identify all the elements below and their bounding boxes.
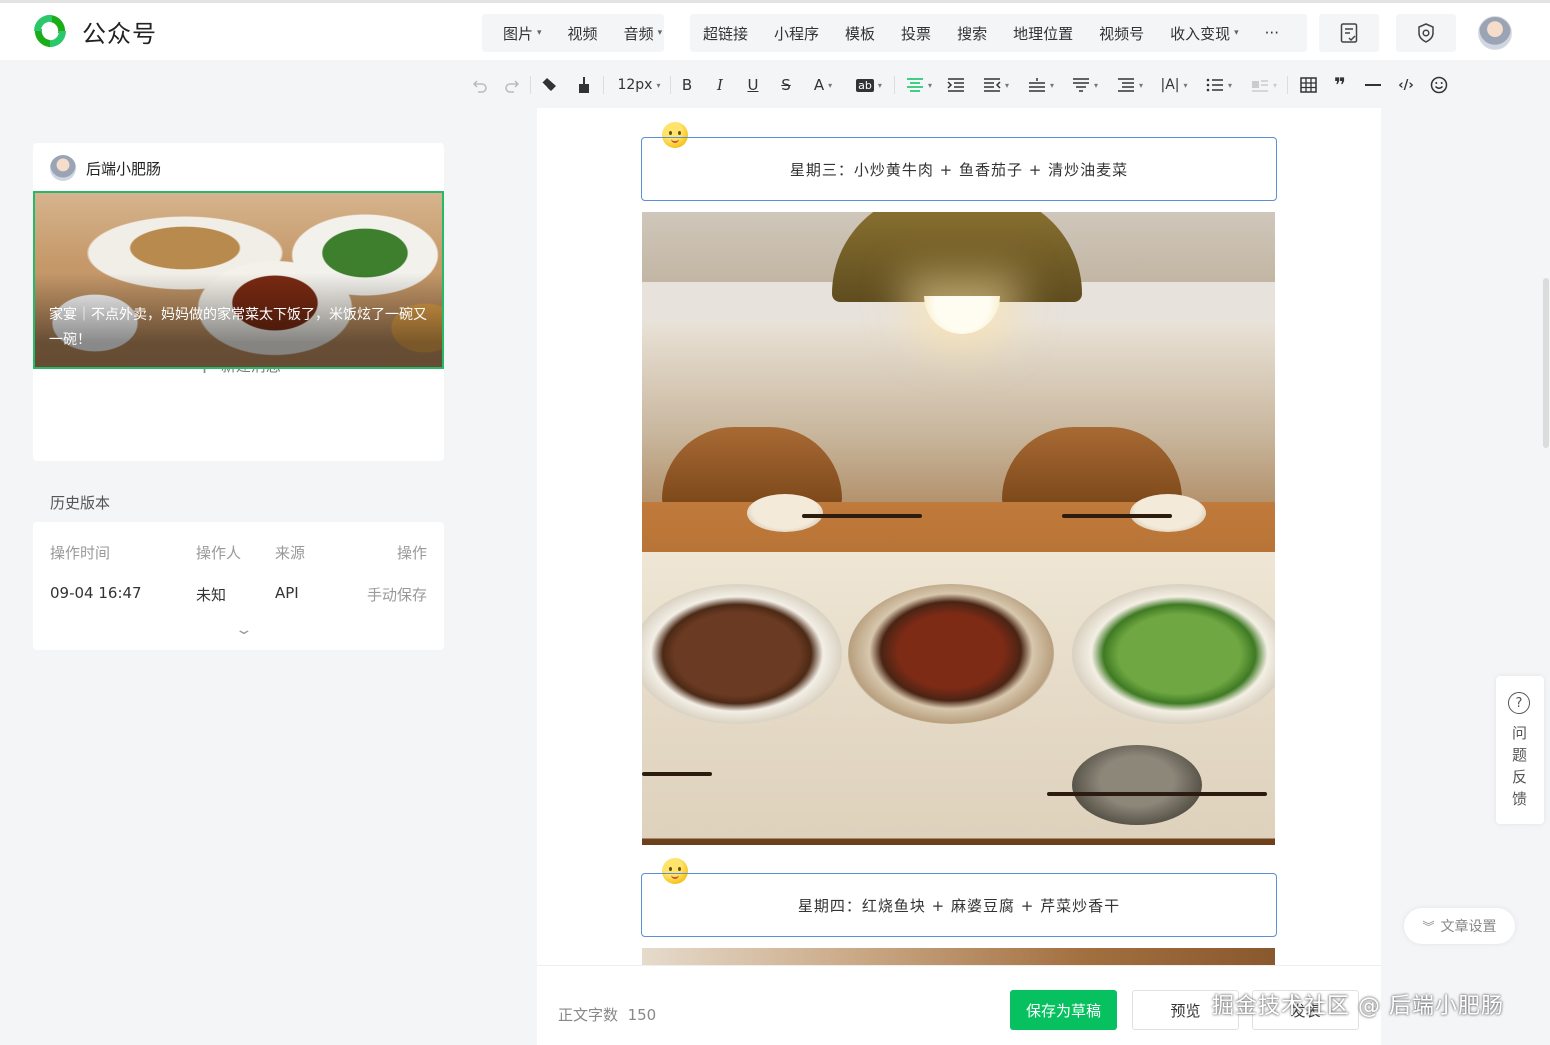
monetization-menu[interactable]: 收入变现 ▾	[1157, 23, 1252, 44]
history-title: 历史版本	[50, 494, 111, 512]
indent-icon[interactable]	[946, 74, 966, 96]
line-height-icon[interactable]: ▾	[1025, 74, 1057, 96]
caret-down-icon: ▾	[1234, 28, 1239, 38]
history-row-source: API	[275, 584, 299, 602]
plate-greens	[1072, 584, 1275, 724]
history-col-time: 操作时间	[50, 544, 111, 562]
history-row-operator: 未知	[196, 586, 227, 604]
author-avatar	[50, 155, 76, 181]
history-col-source: 来源	[275, 544, 306, 562]
font-size-select[interactable]: 12px ▾	[614, 74, 664, 96]
menu-day-thursday[interactable]: 星期四：红烧鱼块 + 麻婆豆腐 + 芹菜炒香干	[641, 873, 1277, 937]
insert-channels-button[interactable]: 视频号	[1086, 23, 1157, 44]
insert-search-button[interactable]: 搜索	[944, 23, 1000, 44]
insert-miniprogram-button[interactable]: 小程序	[761, 23, 832, 44]
redo-icon[interactable]	[502, 74, 522, 96]
lamp-shape	[832, 212, 1082, 302]
app-logo[interactable]: 公众号	[30, 11, 157, 51]
caret-down-icon: ▾	[537, 28, 542, 38]
insert-location-button[interactable]: 地理位置	[1000, 23, 1086, 44]
insert-video-button[interactable]: 视频	[555, 23, 611, 44]
float-icon[interactable]: ▾	[1248, 74, 1280, 96]
author-name: 后端小肥肠	[86, 159, 162, 178]
insert-vote-button[interactable]: 投票	[888, 23, 944, 44]
letter-spacing-icon[interactable]: |A| ▾	[1158, 74, 1190, 96]
author-info: 后端小肥肠	[50, 155, 161, 181]
content-insert-group: 超链接 小程序 模板 投票 搜索 地理位置 视频号 收入变现 ▾ ···	[690, 14, 1307, 52]
align-center-icon[interactable]: ▾	[903, 74, 935, 96]
history-col-action: 操作	[396, 544, 427, 562]
toolbar-divider	[894, 76, 895, 94]
top-navigation-bar: 公众号 图片 ▾ 视频 音频 ▾ 超链接 小程序 模板 投票 搜索 地理位置 视频号…	[0, 0, 1550, 60]
media-insert-group: 图片 ▾ 视频 音频 ▾	[482, 14, 664, 52]
toolbar-divider	[670, 76, 671, 94]
wechat-mp-logo-icon	[33, 14, 67, 48]
toolbar-divider	[1287, 76, 1288, 94]
caret-down-icon: ▾	[657, 28, 663, 38]
history-row-action: 手动保存	[366, 586, 427, 604]
history-table: 操作时间 操作人 来源 操作 09-04 16:47 未知 API 手动保存 ⌄	[33, 522, 444, 650]
format-painter-icon[interactable]	[574, 74, 594, 96]
feedback-button[interactable]: ? 问题反馈	[1496, 676, 1544, 824]
code-icon[interactable]: ‹/›	[1395, 74, 1417, 96]
user-avatar[interactable]	[1478, 16, 1512, 50]
shield-icon	[1418, 23, 1434, 43]
font-color-icon[interactable]: A ▾	[808, 74, 838, 96]
plate-eggplant	[848, 584, 1054, 724]
history-col-operator: 操作人	[196, 544, 242, 562]
insert-template-button[interactable]: 模板	[832, 23, 888, 44]
underline-icon[interactable]: U	[744, 74, 762, 96]
security-button[interactable]	[1396, 14, 1456, 52]
format-clear-icon[interactable]	[539, 74, 559, 96]
cover-title: 家宴｜不点外卖，妈妈做的家常菜太下饭了，米饭炫了一碗又一碗！	[49, 307, 427, 348]
caret-down-icon: ▾	[656, 80, 661, 90]
watermark-text: 掘金技术社区 @ 后端小肥肠	[1212, 994, 1504, 1019]
insert-hyperlink-button[interactable]: 超链接	[690, 23, 761, 44]
list-indent-icon[interactable]: ▾	[1114, 74, 1146, 96]
background-color-icon[interactable]: ab ▾	[851, 74, 887, 96]
document-check-button[interactable]	[1319, 14, 1379, 52]
horizontal-rule-icon[interactable]	[1363, 74, 1383, 96]
paragraph-spacing-icon[interactable]: ▾	[1069, 74, 1101, 96]
feedback-label: 问题反馈	[1512, 724, 1528, 808]
question-icon: ?	[1508, 692, 1530, 714]
italic-icon[interactable]: I	[711, 74, 729, 96]
undo-icon[interactable]	[470, 74, 490, 96]
expand-chevron-icon[interactable]: ⌄	[234, 622, 253, 638]
save-draft-button[interactable]: 保存为草稿	[1010, 990, 1117, 1030]
double-chevron-down-icon: ︾	[1422, 919, 1435, 934]
quote-icon[interactable]: ❞	[1330, 73, 1350, 97]
insert-audio-menu[interactable]: 音频 ▾	[611, 23, 676, 44]
dinner-photo-wednesday[interactable]	[642, 212, 1275, 845]
word-count: 正文字数 150	[558, 1006, 657, 1024]
menu-day-wednesday[interactable]: 星期三：小炒黄牛肉 + 鱼香茄子 + 清炒油麦菜	[641, 137, 1277, 201]
app-name: 公众号	[82, 19, 157, 48]
word-count-value: 150	[627, 1006, 657, 1024]
toolbar-divider	[530, 76, 531, 94]
article-cover-selected[interactable]: 家宴｜不点外卖，妈妈做的家常菜太下饭了，米饭炫了一碗又一碗！	[33, 191, 444, 369]
emoji-icon[interactable]	[1428, 74, 1450, 96]
toolbar-divider	[603, 76, 604, 94]
format-toolbar: 12px ▾ B I U S A ▾ ab ▾ ▾ ▾ ▾ ▾ ▾ |A| ▾ ▾ ▾ …	[0, 60, 1550, 108]
history-row-time: 09-04 16:47	[50, 584, 142, 602]
page-scrollbar[interactable]	[1543, 278, 1549, 448]
insert-image-menu[interactable]: 图片 ▾	[490, 23, 555, 44]
bullet-list-icon[interactable]: ▾	[1203, 74, 1235, 96]
outdent-icon[interactable]: ▾	[980, 74, 1012, 96]
article-settings-button[interactable]: ︾ 文章设置	[1404, 908, 1515, 944]
table-icon[interactable]	[1298, 74, 1318, 96]
document-check-icon	[1340, 23, 1358, 43]
strikethrough-icon[interactable]: S	[777, 74, 795, 96]
article-editor[interactable]: 星期三：小炒黄牛肉 + 鱼香茄子 + 清炒油麦菜 星期四：红烧鱼块 + 麻婆豆腐…	[537, 108, 1381, 1045]
bold-icon[interactable]: B	[678, 74, 696, 96]
more-menu-icon[interactable]: ···	[1252, 24, 1292, 42]
